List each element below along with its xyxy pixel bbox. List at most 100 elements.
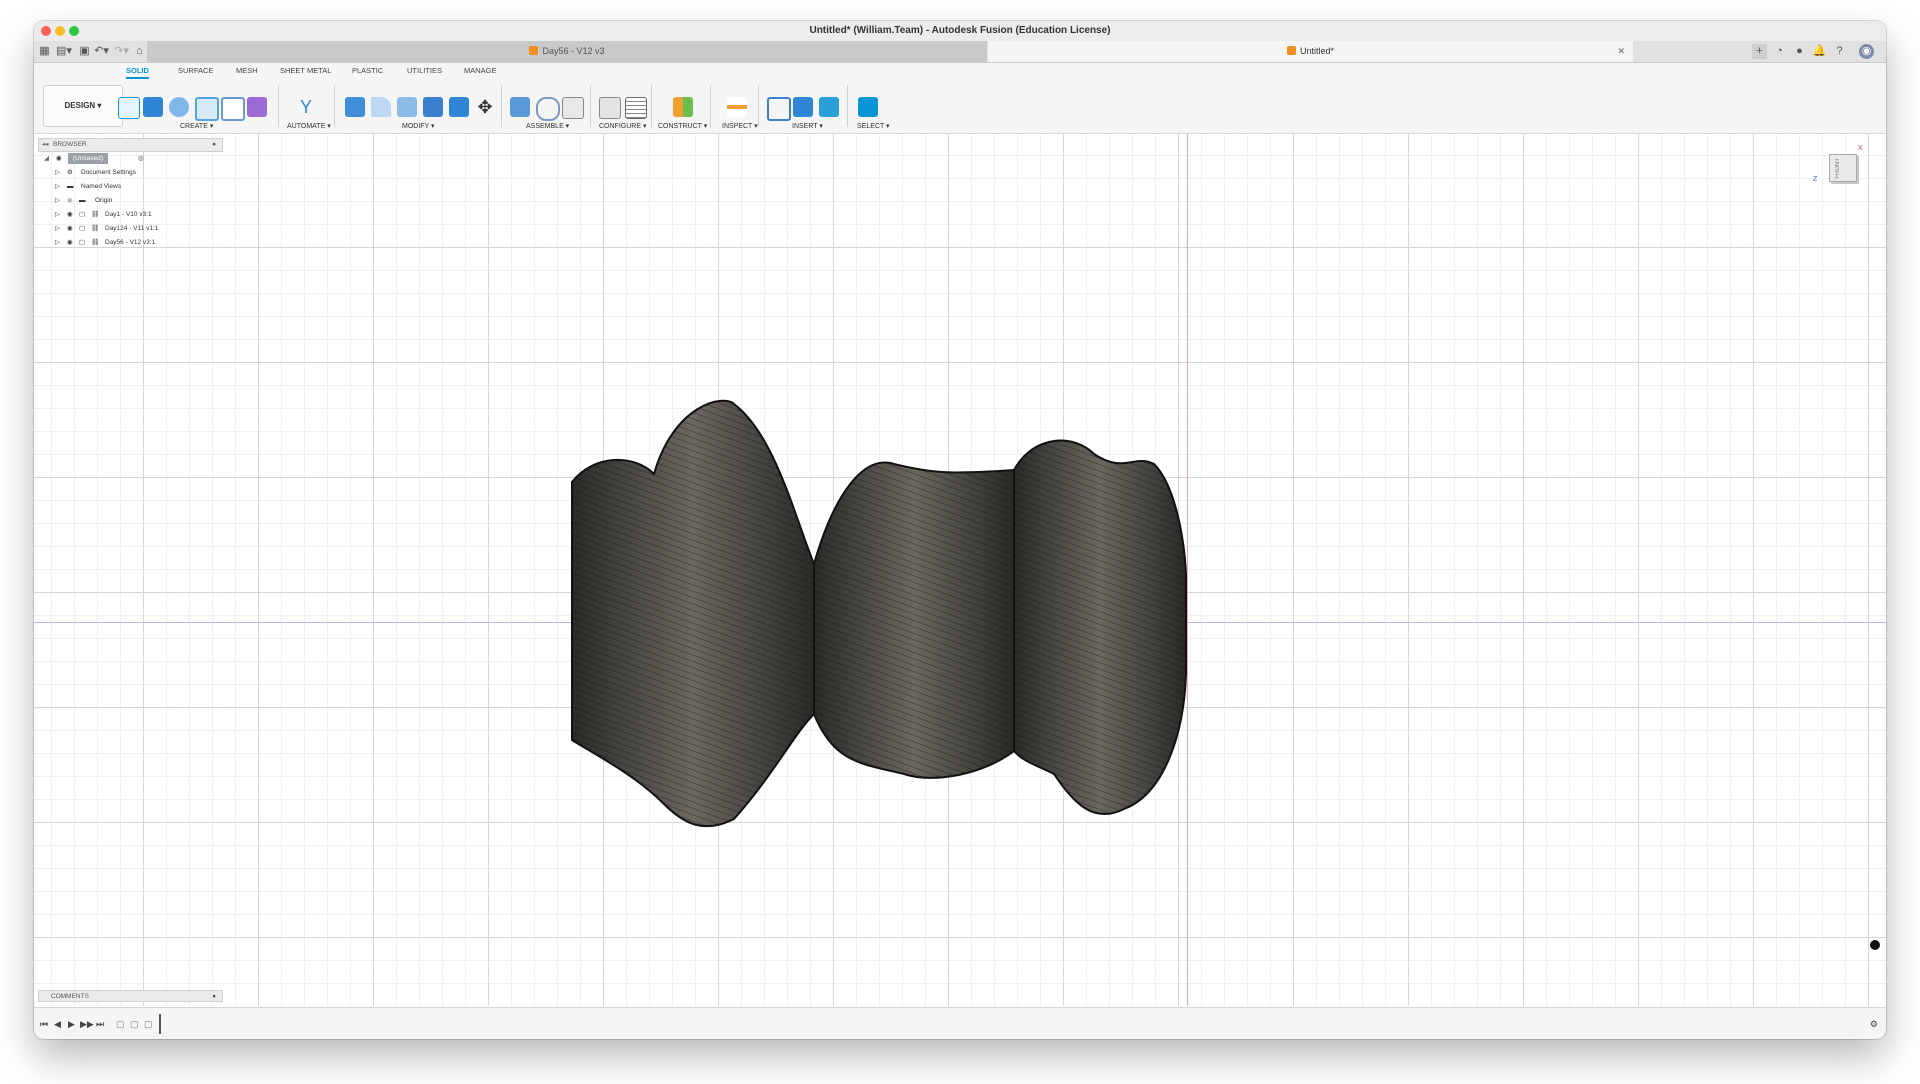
measure-icon[interactable] xyxy=(727,97,747,117)
link-icon: ⛓ xyxy=(91,211,100,218)
chat-icon[interactable] xyxy=(1870,940,1880,950)
browser-item-origin[interactable]: ▷ ◉ ▬ Origin xyxy=(38,194,223,208)
file-menu-icon[interactable]: ▤▾ xyxy=(56,44,72,59)
go-to-end-icon[interactable]: ⏭ xyxy=(96,1019,104,1030)
avatar[interactable]: ◉ xyxy=(1859,44,1874,59)
comments-panel[interactable]: COMMENTS ● xyxy=(38,990,223,1002)
step-forward-icon[interactable]: ▶▶ xyxy=(80,1019,94,1030)
tab-sheet-metal[interactable]: SHEET METAL xyxy=(280,65,331,77)
extrude-icon[interactable] xyxy=(143,97,163,117)
modify-menu[interactable]: MODIFY ▾ xyxy=(402,122,435,130)
revolve-icon[interactable] xyxy=(169,97,189,117)
browser-item-document-settings[interactable]: ▷ ⚙ Document Settings xyxy=(38,166,223,180)
tab-untitled[interactable]: Untitled* ✕ xyxy=(988,41,1633,62)
tab-mesh[interactable]: MESH xyxy=(236,65,258,77)
joint-icon[interactable] xyxy=(536,97,560,121)
expand-icon[interactable]: ◢ xyxy=(44,152,49,166)
go-to-start-icon[interactable]: ⏮ xyxy=(40,1019,48,1030)
create-menu[interactable]: CREATE ▾ xyxy=(180,122,213,130)
tab-utilities[interactable]: UTILITIES xyxy=(407,65,442,77)
redo-icon[interactable]: ↷▾ xyxy=(114,44,129,59)
form-icon[interactable] xyxy=(247,97,267,117)
workspace-switcher-button[interactable]: DESIGN ▾ xyxy=(43,85,123,127)
view-cube[interactable]: FRONT X Z xyxy=(1813,145,1863,184)
undo-icon[interactable]: ↶▾ xyxy=(94,44,109,59)
canvas-viewport[interactable]: FRONT X Z ⊕▾ ▭ ✋ ⊕ 🔍▾ ▣▾ ▦▾ ▤▾ xyxy=(34,134,1886,1006)
close-window-button[interactable] xyxy=(41,26,51,36)
visibility-icon[interactable]: ◉ xyxy=(67,208,73,222)
visibility-icon[interactable]: ◉ xyxy=(67,222,73,236)
jobs-icon[interactable]: ● xyxy=(1792,44,1807,59)
new-component-icon[interactable] xyxy=(510,97,530,117)
expand-icon[interactable]: ▷ xyxy=(55,236,60,250)
automate-icon[interactable]: Y xyxy=(296,97,316,117)
hole-icon[interactable] xyxy=(195,97,219,121)
play-icon[interactable]: ▶ xyxy=(68,1019,75,1030)
automate-menu[interactable]: AUTOMATE ▾ xyxy=(287,122,331,130)
construct-plane-icon[interactable] xyxy=(673,97,693,117)
chamfer-icon[interactable] xyxy=(397,97,417,117)
insert-canvas-icon[interactable] xyxy=(819,97,839,117)
pin-icon[interactable]: ● xyxy=(212,991,216,1003)
tab-plastic[interactable]: PLASTIC xyxy=(352,65,383,77)
timeline-feature-icon[interactable]: ▢ xyxy=(130,1019,139,1030)
combine-icon[interactable] xyxy=(449,97,469,117)
expand-icon[interactable]: ▷ xyxy=(55,222,60,236)
expand-icon[interactable]: ▷ xyxy=(55,194,60,208)
browser-item-day56[interactable]: ▷ ◉ ▢ ⛓ Day56 - V12 v3:1 xyxy=(38,236,223,250)
construct-menu[interactable]: CONSTRUCT ▾ xyxy=(658,122,707,130)
expand-icon[interactable]: ▷ xyxy=(55,208,60,222)
assemble-menu[interactable]: ASSEMBLE ▾ xyxy=(526,122,569,130)
sync-icon[interactable]: ◔ xyxy=(1772,44,1787,59)
visibility-icon[interactable]: ◉ xyxy=(67,236,73,250)
tab-day56[interactable]: Day56 - V12 v3 xyxy=(147,41,987,62)
new-tab-icon[interactable]: + xyxy=(1752,44,1767,59)
insert-mesh-icon[interactable] xyxy=(793,97,813,117)
configure-menu[interactable]: CONFIGURE ▾ xyxy=(599,122,646,130)
select-arrow-icon[interactable] xyxy=(858,97,878,117)
help-icon[interactable]: ? xyxy=(1832,44,1847,59)
browser-item-day124[interactable]: ▷ ◉ ▢ ⛓ Day124 - V11 v1:1 xyxy=(38,222,223,236)
minimize-window-button[interactable] xyxy=(55,26,65,36)
browser-item-day1[interactable]: ▷ ◉ ▢ ⛓ Day1 - V10 v3:1 xyxy=(38,208,223,222)
configure-icon[interactable] xyxy=(599,97,621,119)
tab-surface[interactable]: SURFACE xyxy=(178,65,213,77)
create-sketch-icon[interactable] xyxy=(118,97,140,119)
browser-item-named-views[interactable]: ▷ ▬ Named Views xyxy=(38,180,223,194)
timeline-marker[interactable] xyxy=(159,1014,161,1034)
timeline-feature-icon[interactable]: ▢ xyxy=(144,1019,153,1030)
box-icon[interactable] xyxy=(221,97,245,121)
tab-solid[interactable]: SOLID xyxy=(126,65,149,79)
app-grid-icon[interactable]: ▦ xyxy=(37,44,52,59)
home-icon[interactable]: ⌂ xyxy=(132,44,147,59)
close-tab-icon[interactable]: ✕ xyxy=(1617,41,1625,62)
expand-icon[interactable]: ▷ xyxy=(55,180,60,194)
collapse-browser-icon[interactable]: ◂◂ xyxy=(42,139,49,151)
browser-root[interactable]: ◢ ◉ (Unsaved) ◎ xyxy=(38,152,223,166)
browser-header[interactable]: ◂◂ BROWSER ● xyxy=(38,138,223,152)
move-icon[interactable]: ✥ xyxy=(475,97,495,117)
save-icon[interactable]: ▣ xyxy=(77,44,92,59)
timeline-feature-icon[interactable]: ▢ xyxy=(116,1019,125,1030)
model-body[interactable] xyxy=(34,134,1886,1006)
timeline-settings-gear-icon[interactable]: ⚙ xyxy=(1870,1019,1878,1030)
view-cube-face[interactable] xyxy=(1829,154,1857,182)
zoom-window-button[interactable] xyxy=(69,26,79,36)
insert-menu[interactable]: INSERT ▾ xyxy=(792,122,823,130)
configuration-table-icon[interactable] xyxy=(625,97,647,119)
visibility-icon[interactable]: ◉ xyxy=(67,194,73,208)
shell-icon[interactable] xyxy=(423,97,443,117)
notifications-icon[interactable]: 🔔 xyxy=(1812,44,1827,59)
activate-icon[interactable]: ◎ xyxy=(138,152,144,166)
inspect-menu[interactable]: INSPECT ▾ xyxy=(722,122,758,130)
insert-derive-icon[interactable] xyxy=(767,97,791,121)
visibility-icon[interactable]: ◉ xyxy=(56,152,62,166)
press-pull-icon[interactable] xyxy=(345,97,365,117)
pin-icon[interactable]: ● xyxy=(212,139,216,151)
tab-manage[interactable]: MANAGE xyxy=(464,65,497,77)
fillet-icon[interactable] xyxy=(371,97,391,117)
step-back-icon[interactable]: ◀ xyxy=(54,1019,61,1030)
select-menu[interactable]: SELECT ▾ xyxy=(857,122,890,130)
as-built-joint-icon[interactable] xyxy=(562,97,584,119)
expand-icon[interactable]: ▷ xyxy=(55,166,60,180)
